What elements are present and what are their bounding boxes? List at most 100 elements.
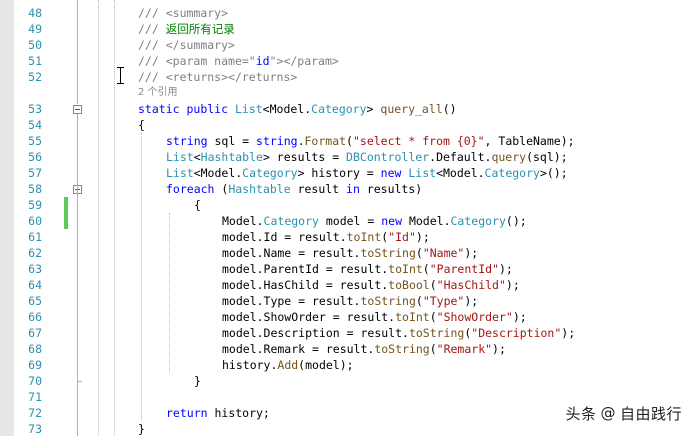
code-line[interactable]: 63 model.ParentId = result.toInt("ParentI…	[14, 261, 698, 277]
code-token: ///	[138, 6, 159, 20]
code-token: , TableName);	[484, 134, 575, 148]
code-token: Category	[311, 102, 367, 116]
code-text: /// <returns></returns>	[138, 69, 297, 85]
line-number: 69	[28, 358, 42, 372]
code-token: toInt	[395, 310, 430, 324]
code-token: }	[194, 374, 201, 388]
code-token: (	[415, 246, 423, 260]
line-number: 64	[28, 278, 42, 292]
code-token: Format	[304, 134, 347, 148]
code-token: query	[491, 150, 527, 164]
code-text: model.ParentId = result.toInt("ParentId"…	[222, 261, 513, 277]
code-token: toInt	[388, 262, 423, 276]
code-line[interactable]: 48 /// <summary>	[14, 5, 698, 21]
code-token: static	[138, 102, 180, 116]
line-number: 57	[28, 166, 42, 180]
code-line[interactable]: 67 model.Description = result.toString("D…	[14, 325, 698, 341]
code-line[interactable]: 62 model.Name = result.toString("Name");	[14, 245, 698, 261]
code-token: >();	[539, 166, 568, 180]
code-token: > results =	[262, 150, 347, 164]
code-token: toInt	[346, 230, 382, 244]
code-token: "Id"	[388, 230, 416, 244]
line-number: 68	[28, 342, 42, 356]
code-token: toString	[360, 246, 416, 260]
code-token: <Model.	[262, 102, 312, 116]
code-token: DBController	[346, 150, 430, 164]
code-line[interactable]: 61 model.Id = result.toInt("Id");	[14, 229, 698, 245]
line-number: 48	[28, 6, 42, 20]
line-number: 62	[28, 246, 42, 260]
code-line[interactable]: 57 List<Model.Category> history = new Lis…	[14, 165, 698, 181]
code-editor[interactable]: 48 /// <summary> 49 /// 返回所有记录 50 /// </summa…	[14, 0, 698, 436]
code-line[interactable]: 53 static public List<Model.Category> que…	[14, 101, 698, 117]
code-line[interactable]: 58 foreach (Hashtable result in results)	[14, 181, 698, 197]
code-line[interactable]: 54 {	[14, 117, 698, 133]
line-number: 70	[28, 374, 42, 388]
code-line[interactable]: 50 /// </summary>	[14, 37, 698, 53]
code-text: }	[138, 421, 145, 437]
code-text: List<Model.Category> history = new List<…	[166, 165, 568, 181]
line-number: 73	[28, 422, 42, 436]
code-line[interactable]: 60 Model.Category model = new Model.Categ…	[14, 213, 698, 229]
fold-outline	[77, 194, 78, 381]
line-number: 53	[28, 102, 42, 116]
code-line[interactable]: 49 /// 返回所有记录	[14, 21, 698, 37]
code-token: );	[464, 294, 479, 308]
code-line[interactable]: 55 string sql = string.Format("select * f…	[14, 133, 698, 149]
code-text: model.HasChild = result.toBool("HasChild…	[222, 277, 520, 293]
code-text: foreach (Hashtable result in results)	[166, 181, 422, 197]
code-token: id	[255, 54, 270, 68]
code-token: toString	[374, 342, 430, 356]
code-token: string	[256, 134, 298, 148]
indent-guide	[141, 133, 142, 421]
line-number: 55	[28, 134, 42, 148]
code-line[interactable]: 65 model.Type = result.toString("Type");	[14, 293, 698, 309]
code-token: model.Type = result.	[222, 294, 361, 308]
code-token: result	[290, 182, 347, 196]
code-token: List	[234, 102, 263, 116]
watermark-author: 自由践行	[619, 404, 682, 423]
collapse-minus-icon[interactable]	[73, 105, 82, 114]
code-line[interactable]: 69 history.Add(model);	[14, 357, 698, 373]
code-token: );	[464, 246, 479, 260]
line-number: 54	[28, 118, 42, 132]
code-lens-references[interactable]: 2 个引用	[138, 85, 178, 101]
code-token: foreach	[166, 182, 215, 196]
line-number: 50	[28, 38, 42, 52]
code-line[interactable]: 64 model.HasChild = result.toBool("HasChi…	[14, 277, 698, 293]
code-line[interactable]: 66 model.ShowOrder = result.toInt("ShowOr…	[14, 309, 698, 325]
code-line[interactable]: 56 List<Hashtable> results = DBController…	[14, 149, 698, 165]
line-number: 59	[28, 198, 42, 212]
code-line[interactable]: 68 model.Remark = result.toString("Remark…	[14, 341, 698, 357]
code-line[interactable]: 70}	[14, 373, 698, 389]
code-token: results)	[359, 182, 423, 196]
code-token: List	[166, 166, 194, 180]
code-token: (sql);	[526, 150, 568, 164]
code-line[interactable]: 59 {	[14, 197, 698, 213]
code-token: );	[415, 230, 430, 244]
code-token: > history =	[297, 166, 381, 180]
code-token: (	[346, 134, 353, 148]
line-number: 63	[28, 262, 42, 276]
code-token: (	[415, 294, 423, 308]
code-token: model.HasChild = result.	[222, 278, 389, 292]
change-marker	[64, 213, 68, 229]
editor-left-margin	[0, 0, 14, 436]
code-text: model.Type = result.toString("Type");	[222, 293, 478, 309]
code-token: );	[505, 278, 520, 292]
code-token: Model.	[402, 214, 451, 228]
code-token: "HasChild"	[436, 278, 506, 292]
code-token: >	[366, 102, 381, 116]
code-token: ///	[138, 54, 159, 68]
fold-outline-end	[77, 381, 82, 382]
code-token: <Model.	[193, 166, 243, 180]
watermark: 头条 @ 自由践行	[563, 398, 684, 428]
code-token: model.Id = result.	[222, 230, 347, 244]
change-marker	[64, 197, 68, 213]
code-text: Model.Category model = new Model.Categor…	[222, 213, 527, 229]
line-number: 58	[28, 182, 42, 196]
code-token: (	[214, 182, 229, 196]
code-token: );	[512, 310, 527, 324]
